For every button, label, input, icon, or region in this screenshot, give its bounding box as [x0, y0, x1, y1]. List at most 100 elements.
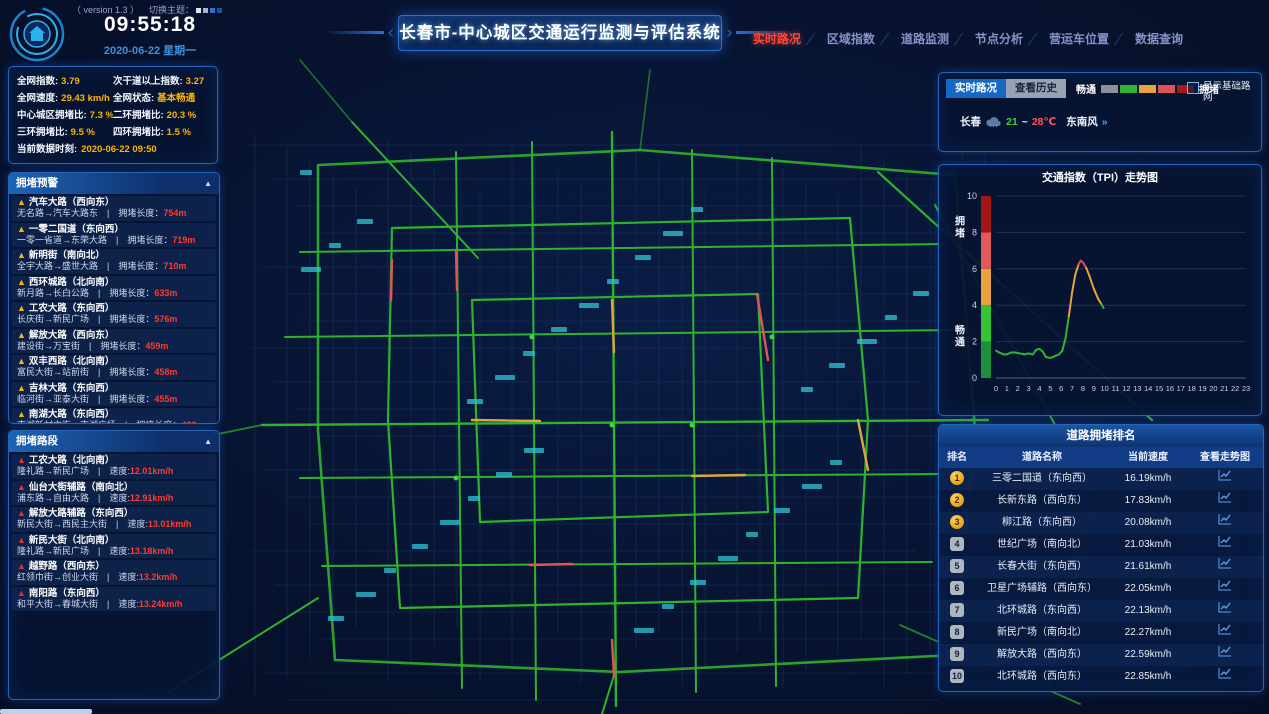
tpi-trend-panel: 交通指数（TPI）走势图 0246810拥堵畅通0123456789101112… [938, 164, 1262, 416]
trend-chart-icon[interactable] [1218, 513, 1232, 525]
list-item[interactable]: ▲解放大路辅路（东向西）新民大街→西民主大街 | 速度:13.01km/h [12, 507, 216, 532]
legend-color-block [1158, 85, 1175, 93]
rank-cell: 7 [939, 600, 975, 622]
horizontal-scrollbar[interactable] [0, 709, 92, 714]
warning-triangle-icon: ▲ [17, 455, 26, 465]
nav-item-2[interactable]: 区域指数 [827, 30, 875, 47]
speed-cell: 21.03km/h [1109, 534, 1187, 556]
trend-chart-icon[interactable] [1218, 645, 1232, 657]
warning-triangle-icon: ▲ [17, 250, 26, 260]
list-item[interactable]: ▲汽车大路（西向东）无名路→汽车大路东 | 拥堵长度：754m [12, 196, 216, 221]
warning-triangle-icon: ▲ [17, 197, 26, 207]
road-condition-panel: 实时路况查看历史 畅通 拥堵 显示基础路网 长春 21 ~ 28℃ 东南风 » [938, 72, 1262, 152]
stat-label: 全网指数: [17, 73, 58, 90]
table-row[interactable]: 7北环城路（东向西）22.13km/h [939, 600, 1263, 622]
list-item[interactable]: ▲仙台大街辅路（南向北）浦东路→自由大路 | 速度:12.91km/h [12, 481, 216, 506]
table-row[interactable]: 9解放大路（西向东）22.59km/h [939, 644, 1263, 666]
rank-cell: 4 [939, 534, 975, 556]
nav-item-3[interactable]: 道路监测 [901, 30, 949, 47]
svg-text:16: 16 [1166, 384, 1174, 393]
checkbox-icon[interactable] [1187, 82, 1199, 94]
nav-separator [954, 33, 970, 45]
speed-cell: 22.59km/h [1109, 644, 1187, 666]
svg-text:17: 17 [1177, 384, 1185, 393]
alert-detail: 新月路→长白公路 | 拥堵长度：633m [17, 288, 211, 299]
trend-chart-icon[interactable] [1218, 469, 1232, 481]
tab-history[interactable]: 查看历史 [1006, 79, 1066, 98]
list-item[interactable]: ▲新明街（南向北）全宇大路→盛世大路 | 拥堵长度：710m [12, 249, 216, 274]
svg-text:11: 11 [1112, 384, 1120, 393]
speed-cell: 16.19km/h [1109, 468, 1187, 490]
list-item[interactable]: ▲新民大街（北向南）隆礼路→新民广场 | 速度:13.18km/h [12, 534, 216, 559]
alert-road: ▲越野路（西向东） [17, 561, 211, 572]
rank-cell: 3 [939, 512, 975, 534]
table-row[interactable]: 1三零二国道（东向西）16.19km/h [939, 468, 1263, 490]
rank-cell: 6 [939, 578, 975, 600]
svg-text:22: 22 [1231, 384, 1239, 393]
list-item[interactable]: ▲双丰西路（北向南）富民大街→站前街 | 拥堵长度：458m [12, 355, 216, 380]
trend-cell [1187, 468, 1263, 490]
table-row[interactable]: 3柳江路（东向西）20.08km/h [939, 512, 1263, 534]
list-item[interactable]: ▲吉林大路（东向西）临河街→亚泰大街 | 拥堵长度：455m [12, 382, 216, 407]
list-item[interactable]: ▲南湖大路（东向西）南湖新村中街→南湖广场 | 拥堵长度：438m [12, 408, 216, 424]
svg-text:15: 15 [1155, 384, 1163, 393]
list-item[interactable]: ▲南阳路（东向西）和平大街→春城大街 | 速度:13.24km/h [12, 587, 216, 612]
table-row[interactable]: 4世纪广场（南向北）21.03km/h [939, 534, 1263, 556]
alert-road: ▲解放大路（西向东） [17, 330, 211, 341]
trend-chart-icon[interactable] [1218, 579, 1232, 591]
rank-badge: 3 [950, 515, 964, 529]
alert-road: ▲双丰西路（北向南） [17, 356, 211, 367]
tab-realtime[interactable]: 实时路况 [946, 79, 1006, 98]
collapse-arrow-icon[interactable]: ▲ [204, 431, 212, 452]
trend-cell [1187, 490, 1263, 512]
table-row[interactable]: 6卫星广场辅路（西向东）22.05km/h [939, 578, 1263, 600]
stat-label: 全网状态: [113, 90, 154, 107]
svg-text:4: 4 [972, 300, 977, 310]
collapse-arrow-icon[interactable]: ▲ [204, 173, 212, 194]
list-item[interactable]: ▲西环城路（北向南）新月路→长白公路 | 拥堵长度：633m [12, 276, 216, 301]
table-row[interactable]: 10北环城路（西向东）22.85km/h [939, 666, 1263, 688]
alert-detail: 一零一省道→东荣大路 | 拥堵长度：719m [17, 235, 211, 246]
alert-value: 13.24km/h [139, 599, 183, 609]
list-item[interactable]: ▲越野路（西向东）红领巾街→创业大街 | 速度:13.2km/h [12, 560, 216, 585]
stat-value: 20.3 % [167, 107, 197, 124]
trend-cell [1187, 578, 1263, 600]
nav-item-1[interactable]: 实时路况 [753, 30, 801, 47]
table-row[interactable]: 5长春大街（东向西）21.61km/h [939, 556, 1263, 578]
trend-cell [1187, 556, 1263, 578]
alert-detail: 和平大街→春城大街 | 速度:13.24km/h [17, 599, 211, 610]
alert-value: 13.2km/h [139, 572, 178, 582]
alert-road: ▲工农大路（东向西） [17, 303, 211, 314]
svg-text:18: 18 [1187, 384, 1195, 393]
table-row[interactable]: 2长新东路（西向东）17.83km/h [939, 490, 1263, 512]
road-name-cell: 卫星广场辅路（西向东） [975, 578, 1109, 600]
nav-item-6[interactable]: 数据查询 [1135, 30, 1183, 47]
stat-cell: 三环拥堵比:9.5 % [17, 124, 113, 141]
list-item[interactable]: ▲工农大路（东向西）长庆街→新民广场 | 拥堵长度：576m [12, 302, 216, 327]
temp-low: 21 [1006, 116, 1018, 128]
base-network-checkbox[interactable]: 显示基础路网 [1187, 81, 1253, 103]
alert-value: 12.91km/h [130, 493, 174, 503]
stat-label: 四环拥堵比: [113, 124, 164, 141]
table-row[interactable]: 8新民广场（南向北）22.27km/h [939, 622, 1263, 644]
stat-label: 三环拥堵比: [17, 124, 68, 141]
trend-chart-icon[interactable] [1218, 601, 1232, 613]
list-item[interactable]: ▲一零二国道（东向西）一零一省道→东荣大路 | 拥堵长度：719m [12, 223, 216, 248]
nav-item-5[interactable]: 营运车位置 [1049, 30, 1109, 47]
app-logo-home-icon[interactable] [8, 5, 66, 63]
stats-row: 全网指数:3.79次干道以上指数:3.27 [17, 73, 209, 90]
weather-more-arrow[interactable]: » [1102, 116, 1108, 128]
trend-chart-icon[interactable] [1218, 623, 1232, 635]
trend-chart-icon[interactable] [1218, 557, 1232, 569]
trend-chart-icon[interactable] [1218, 491, 1232, 503]
list-item[interactable]: ▲工农大路（北向南）隆礼路→新民广场 | 速度:12.01km/h [12, 454, 216, 479]
alert-value: 576m [154, 314, 177, 324]
list-item[interactable]: ▲解放大路（西向东）建设街→万宝街 | 拥堵长度：459m [12, 329, 216, 354]
stat-cell: 全网状态:基本畅通 [113, 90, 209, 107]
stat-value: 3.79 [61, 73, 80, 90]
trend-chart-icon[interactable] [1218, 667, 1232, 679]
trend-chart-icon[interactable] [1218, 535, 1232, 547]
svg-text:1: 1 [1005, 384, 1009, 393]
nav-item-4[interactable]: 节点分析 [975, 30, 1023, 47]
warning-triangle-icon: ▲ [17, 224, 26, 234]
